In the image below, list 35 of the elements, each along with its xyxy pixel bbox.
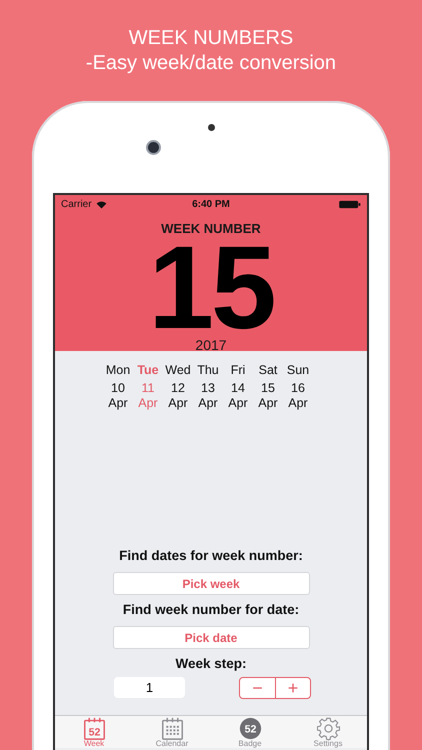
stepper[interactable]: − + <box>239 677 311 699</box>
tab[interactable]: Calendar <box>137 717 207 748</box>
tab[interactable]: 52 Week <box>59 717 129 748</box>
battery-icon <box>338 200 361 209</box>
day-column: Tue 11 Apr <box>133 363 163 411</box>
speaker-icon <box>208 124 215 131</box>
pick-week-button[interactable]: Pick week <box>112 572 310 595</box>
tab[interactable]: 52 Badge <box>215 717 285 748</box>
calendar-number-icon: 52 <box>82 717 106 740</box>
carrier-text: Carrier <box>61 199 92 210</box>
headline-text: WEEK NUMBERS <box>128 26 294 51</box>
day-column: Mon 10 Apr <box>103 363 133 411</box>
section-label: Find week number for date: <box>122 601 300 618</box>
time-text: 6:40 PM <box>192 199 230 210</box>
day-column: Wed 12 Apr <box>163 363 193 411</box>
title-text: WEEK NUMBER <box>161 221 261 236</box>
plus-button[interactable]: + <box>275 678 310 698</box>
section-label: Find dates for week number: <box>119 547 303 564</box>
week-number: 15 <box>148 238 274 338</box>
step-field[interactable]: 1 <box>114 677 185 698</box>
badge-icon: 52 <box>238 717 262 740</box>
day-column: Sun 16 Apr <box>283 363 313 411</box>
headline-text: -Easy week/date conversion <box>86 51 336 76</box>
calendar-icon <box>160 717 184 740</box>
minus-button[interactable]: − <box>240 678 275 698</box>
section-label: Week step: <box>175 655 247 672</box>
day-column: Fri 14 Apr <box>223 363 253 411</box>
day-column: Thu 13 Apr <box>193 363 223 411</box>
year-text: 2017 <box>195 337 227 353</box>
wifi-icon <box>96 200 107 208</box>
camera-icon <box>148 142 159 153</box>
settings-icon <box>316 717 340 740</box>
tab[interactable]: Settings <box>293 717 363 748</box>
day-column: Sat 15 Apr <box>253 363 283 411</box>
pick-date-button[interactable]: Pick date <box>112 626 310 649</box>
